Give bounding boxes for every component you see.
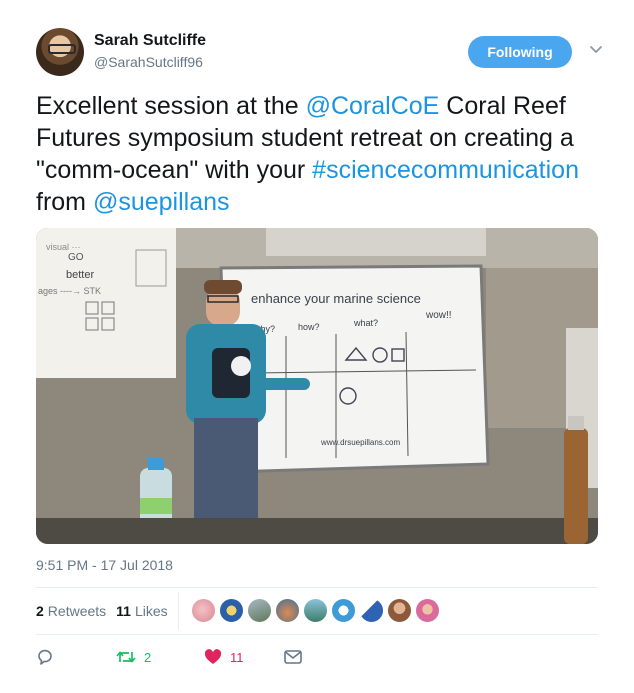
divider [36, 587, 598, 588]
likes-count: 11 [116, 603, 131, 619]
liker-avatar[interactable] [275, 598, 300, 623]
following-button[interactable]: Following [468, 36, 572, 68]
tweet-header: Sarah Sutcliffe @SarahSutcliff96 Followi… [36, 28, 604, 84]
liker-avatar[interactable] [191, 598, 216, 623]
divider [36, 634, 598, 635]
user-name[interactable]: Sarah Sutcliffe [94, 32, 206, 50]
whiteboard-how: how? [298, 322, 320, 332]
hashtag-sciencecommunication-link[interactable]: #sciencecommunication [312, 156, 579, 184]
mention-suepillans-link[interactable]: @suepillans [93, 188, 230, 216]
liker-avatar[interactable] [359, 598, 384, 623]
liker-avatar[interactable] [415, 598, 440, 623]
liker-avatar[interactable] [387, 598, 412, 623]
retweets-count: 2 [36, 603, 44, 619]
svg-text:GO: GO [68, 252, 84, 263]
retweet-icon [116, 651, 136, 663]
whiteboard-wow: wow!! [425, 310, 452, 321]
direct-message-action[interactable] [284, 650, 302, 664]
whiteboard-url: www.drsuepillans.com [320, 438, 400, 447]
whiteboard-what: what? [353, 318, 378, 328]
reply-action[interactable] [36, 648, 116, 666]
like-count: 11 [230, 649, 244, 665]
tweet-text-segment: Excellent session at the [36, 92, 306, 120]
left-board-better-text: better [66, 269, 94, 281]
whiteboard-title: enhance your marine science [251, 291, 421, 306]
tweet-text: Excellent session at the @CoralCoE Coral… [36, 90, 602, 218]
tweet-text-segment: from [36, 188, 93, 216]
avatar[interactable] [36, 28, 84, 76]
liker-avatar[interactable] [303, 598, 328, 623]
tweet-stats: 2 Retweets 11 Likes [36, 598, 178, 624]
liker-avatar[interactable] [247, 598, 272, 623]
retweet-action[interactable]: 2 [116, 649, 204, 665]
svg-text:ages ----→ STK: ages ----→ STK [38, 286, 101, 296]
reply-icon [38, 649, 52, 665]
retweets-stat[interactable]: 2 Retweets [36, 603, 106, 619]
tweet-timestamp[interactable]: 9:51 PM - 17 Jul 2018 [36, 557, 173, 573]
retweet-count: 2 [144, 649, 152, 665]
tweet-actions: 2 11 [36, 646, 302, 668]
message-icon [284, 650, 302, 664]
retweets-label: Retweets [47, 603, 107, 619]
chevron-down-icon[interactable] [588, 42, 604, 58]
likes-label: Likes [134, 603, 168, 619]
like-action[interactable]: 11 [204, 649, 284, 665]
liker-avatar[interactable] [219, 598, 244, 623]
likes-stat[interactable]: 11 Likes [116, 603, 168, 619]
user-handle[interactable]: @SarahSutcliff96 [94, 54, 203, 70]
liker-avatars [191, 598, 443, 623]
mention-coralcoe-link[interactable]: @CoralCoE [306, 92, 440, 120]
stats-separator [178, 592, 179, 630]
tweet-photo[interactable]: visual ··· GO better ages ----→ STK enha… [36, 228, 598, 544]
liker-avatar[interactable] [331, 598, 356, 623]
heart-icon [204, 649, 222, 664]
photo-scene: visual ··· GO better ages ----→ STK enha… [36, 228, 598, 544]
svg-text:visual ···: visual ··· [46, 242, 81, 252]
